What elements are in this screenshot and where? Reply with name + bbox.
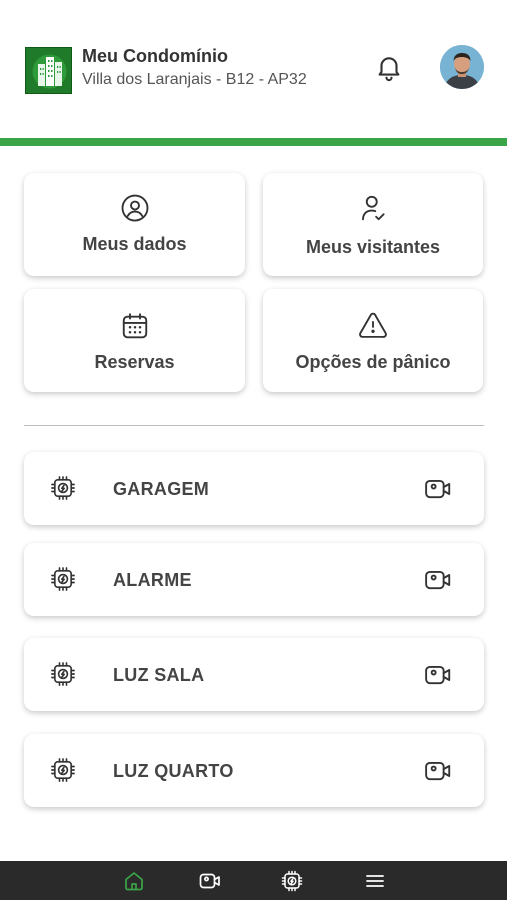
calendar-icon [120, 311, 150, 341]
condominium-logo [25, 47, 72, 94]
device-label: GARAGEM [113, 479, 210, 499]
my-data-card[interactable]: Meus dados [24, 173, 245, 276]
device-row-alarme[interactable]: ALARME [24, 543, 484, 616]
my-visitors-card[interactable]: Meus visitantes [263, 173, 483, 276]
chip-icon [49, 474, 77, 502]
reservations-card[interactable]: Reservas [24, 289, 245, 392]
chip-icon [49, 565, 77, 593]
my-visitors-label: Meus visitantes [305, 237, 441, 257]
bottom-nav [0, 861, 507, 900]
avatar[interactable] [440, 45, 484, 89]
device-row-luz-quarto[interactable]: LUZ QUARTO [24, 734, 484, 807]
chip-icon [49, 660, 77, 688]
chip-icon [49, 756, 77, 784]
camera-icon[interactable] [423, 565, 453, 595]
panic-options-card[interactable]: Opções de pânico [263, 289, 483, 392]
device-label: LUZ QUARTO [113, 761, 234, 781]
camera-icon[interactable] [423, 474, 453, 504]
home-icon[interactable] [122, 869, 146, 893]
panic-options-label: Opções de pânico [295, 352, 451, 372]
page-title: Meu Condomínio [82, 46, 228, 66]
header-accent-bar [0, 138, 507, 146]
section-divider [24, 425, 484, 426]
device-row-luz-sala[interactable]: LUZ SALA [24, 638, 484, 711]
app-header: Meu Condomínio Villa dos Laranjais - B12… [0, 0, 507, 138]
user-check-icon [358, 193, 388, 223]
user-circle-icon [120, 193, 150, 223]
bell-icon[interactable] [374, 52, 404, 82]
chip-icon[interactable] [280, 869, 304, 893]
warning-icon [358, 310, 388, 340]
my-data-label: Meus dados [82, 234, 187, 254]
device-row-garagem[interactable]: GARAGEM [24, 452, 484, 525]
camera-icon[interactable] [423, 660, 453, 690]
device-label: LUZ SALA [113, 665, 205, 685]
reservations-label: Reservas [94, 352, 175, 372]
camera-icon[interactable] [198, 869, 222, 893]
camera-icon[interactable] [423, 756, 453, 786]
condominium-unit: Villa dos Laranjais - B12 - AP32 [82, 71, 307, 88]
device-label: ALARME [113, 570, 192, 590]
menu-icon[interactable] [363, 869, 387, 893]
